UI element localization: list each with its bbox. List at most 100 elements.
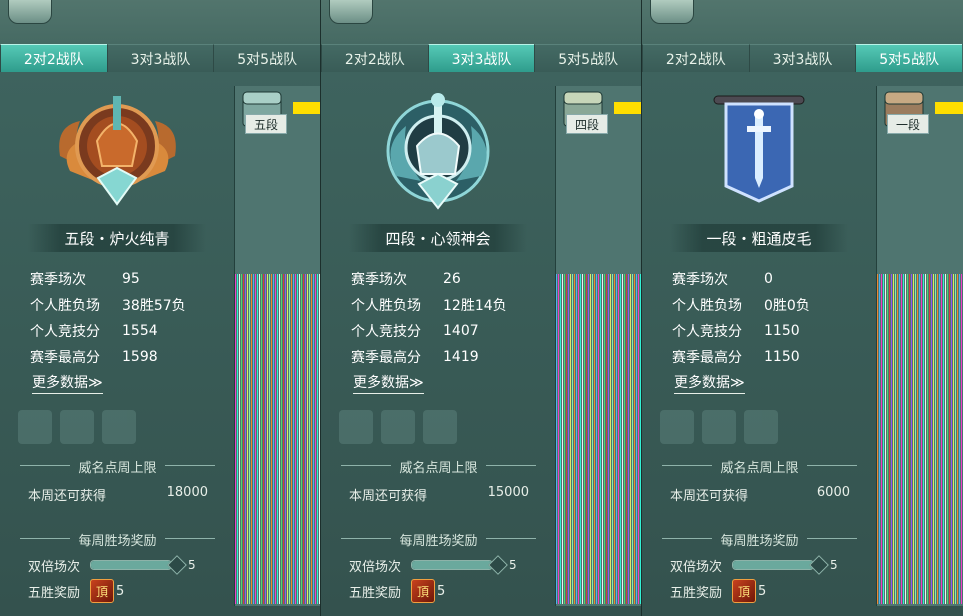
record-row: 个人胜负场 12胜14负 — [351, 292, 551, 318]
glitch-stripe — [273, 274, 274, 604]
glitch-stripe — [907, 274, 908, 604]
weekly-limit-title: 威名点周上限 — [0, 457, 235, 476]
glitch-stripe — [600, 274, 601, 604]
max-score-label: 赛季最高分 — [351, 350, 421, 366]
glitch-stripe — [881, 274, 882, 604]
glitch-stripe — [941, 274, 942, 604]
glitch-stripe — [610, 274, 611, 604]
glitch-stripe — [903, 274, 904, 604]
glitch-stripe — [885, 274, 886, 604]
glitch-stripe — [249, 274, 250, 604]
glitch-stripe — [905, 274, 906, 604]
more-data-link[interactable]: 更多数据≫ — [32, 372, 103, 394]
glitch-stripe — [566, 274, 567, 604]
glitch-stripe — [560, 274, 561, 604]
more-data-link[interactable]: 更多数据≫ — [353, 372, 424, 394]
glitch-stripe — [939, 274, 940, 604]
faded-skill-icon — [660, 410, 694, 444]
tab-5v5[interactable]: 5对5战队 — [213, 44, 320, 72]
glitch-stripe — [596, 274, 597, 604]
glitch-stripe — [251, 274, 252, 604]
season-matches-label: 赛季场次 — [351, 272, 407, 288]
weekly-remaining-label: 本周还可获得 — [349, 489, 428, 504]
tab-2v2[interactable]: 2对2战队 — [321, 44, 428, 72]
score-label: 个人竞技分 — [30, 324, 100, 340]
glitch-stripe — [638, 274, 639, 604]
glitch-stripe — [626, 274, 627, 604]
faded-skill-icon — [423, 410, 457, 444]
max-score-row: 赛季最高分 1598 — [30, 344, 230, 370]
glitch-stripe — [269, 274, 270, 604]
double-matches-value: 5 — [509, 558, 517, 572]
glitch-stripe — [622, 274, 623, 604]
glitch-stripe — [620, 274, 621, 604]
glitch-stripe — [235, 274, 236, 604]
treasure-chest-icon[interactable]: 四段 — [562, 90, 608, 134]
weekly-limit-title: 威名点周上限 — [642, 457, 877, 476]
glitch-stripe — [243, 274, 244, 604]
glitch-stripe — [263, 274, 264, 604]
glitch-stripe — [909, 274, 910, 604]
double-matches-label: 双倍场次 — [28, 559, 81, 575]
faded-skill-icons — [18, 410, 208, 446]
segment-label: 一段 — [887, 114, 929, 134]
glitch-stripe — [887, 274, 888, 604]
more-data-link[interactable]: 更多数据≫ — [674, 372, 745, 394]
glitch-stripe — [955, 274, 956, 604]
progress-yellow-bar — [614, 102, 641, 114]
reward-item-icon[interactable]: 頂 — [732, 579, 756, 603]
reward-item-icon[interactable]: 頂 — [411, 579, 435, 603]
record-label: 个人胜负场 — [672, 298, 742, 314]
glitch-stripe — [315, 274, 316, 604]
glitch-stripe — [305, 274, 306, 604]
faded-skill-icon — [702, 410, 736, 444]
five-win-reward-row: 五胜奖励 頂 5 — [28, 578, 218, 604]
weekly-win-title: 每周胜场奖励 — [642, 530, 877, 549]
glitch-stripe — [293, 274, 294, 604]
tab-3v3[interactable]: 3对3战队 — [427, 44, 535, 72]
tab-5v5[interactable]: 5对5战队 — [855, 44, 963, 72]
stats-block: 赛季场次 95 个人胜负场 38胜57负 个人竞技分 1554 赛季最高分 15… — [30, 266, 230, 370]
weekly-win-title: 每周胜场奖励 — [321, 530, 556, 549]
glitch-stripe — [301, 274, 302, 604]
tab-5v5[interactable]: 5对5战队 — [534, 44, 641, 72]
glitch-stripe — [237, 274, 238, 604]
glitch-stripe — [307, 274, 308, 604]
double-matches-value: 5 — [830, 558, 838, 572]
weekly-remaining-value: 6000 — [816, 485, 850, 500]
tab-2v2[interactable]: 2对2战队 — [642, 44, 749, 72]
faded-skill-icon — [744, 410, 778, 444]
record-row: 个人胜负场 38胜57负 — [30, 292, 230, 318]
tab-3v3[interactable]: 3对3战队 — [748, 44, 856, 72]
treasure-chest-icon[interactable]: 五段 — [241, 90, 287, 134]
treasure-chest-icon[interactable]: 一段 — [883, 90, 929, 134]
team-panel-2v2: 2对2战队 3对3战队 5对5战队 五段・炉火纯青 赛季场次 95 个人胜负场 … — [0, 0, 322, 616]
score-row: 个人竞技分 1150 — [672, 318, 872, 344]
glitch-stripe — [277, 274, 278, 604]
glitch-stripe — [913, 274, 914, 604]
glitch-stripe — [564, 274, 565, 604]
glitch-stripe — [245, 274, 246, 604]
glitch-stripe — [279, 274, 280, 604]
glitch-stripe — [927, 274, 928, 604]
season-matches-value: 95 — [122, 271, 140, 287]
five-win-reward-row: 五胜奖励 頂 5 — [670, 578, 860, 604]
double-matches-row: 双倍场次 5 — [349, 555, 539, 575]
tab-3v3[interactable]: 3对3战队 — [106, 44, 214, 72]
score-value: 1407 — [443, 323, 479, 339]
double-matches-label: 双倍场次 — [349, 559, 402, 575]
record-row: 个人胜负场 0胜0负 — [672, 292, 872, 318]
tab-bar: 2对2战队 3对3战队 5对5战队 — [0, 44, 320, 72]
glitch-stripe — [923, 274, 924, 604]
faded-skill-icons — [339, 410, 529, 446]
rank-name: 四段・心领神会 — [349, 224, 527, 252]
reward-item-icon[interactable]: 頂 — [90, 579, 114, 603]
glitch-stripe — [576, 274, 577, 604]
glitch-stripe — [590, 274, 591, 604]
glitch-stripe — [584, 274, 585, 604]
double-matches-fill — [91, 561, 171, 569]
double-matches-fill — [733, 561, 813, 569]
tab-bar: 2对2战队 3对3战队 5对5战队 — [321, 44, 641, 72]
panel-corner-ornament-icon — [8, 0, 52, 24]
tab-2v2[interactable]: 2对2战队 — [0, 44, 107, 72]
